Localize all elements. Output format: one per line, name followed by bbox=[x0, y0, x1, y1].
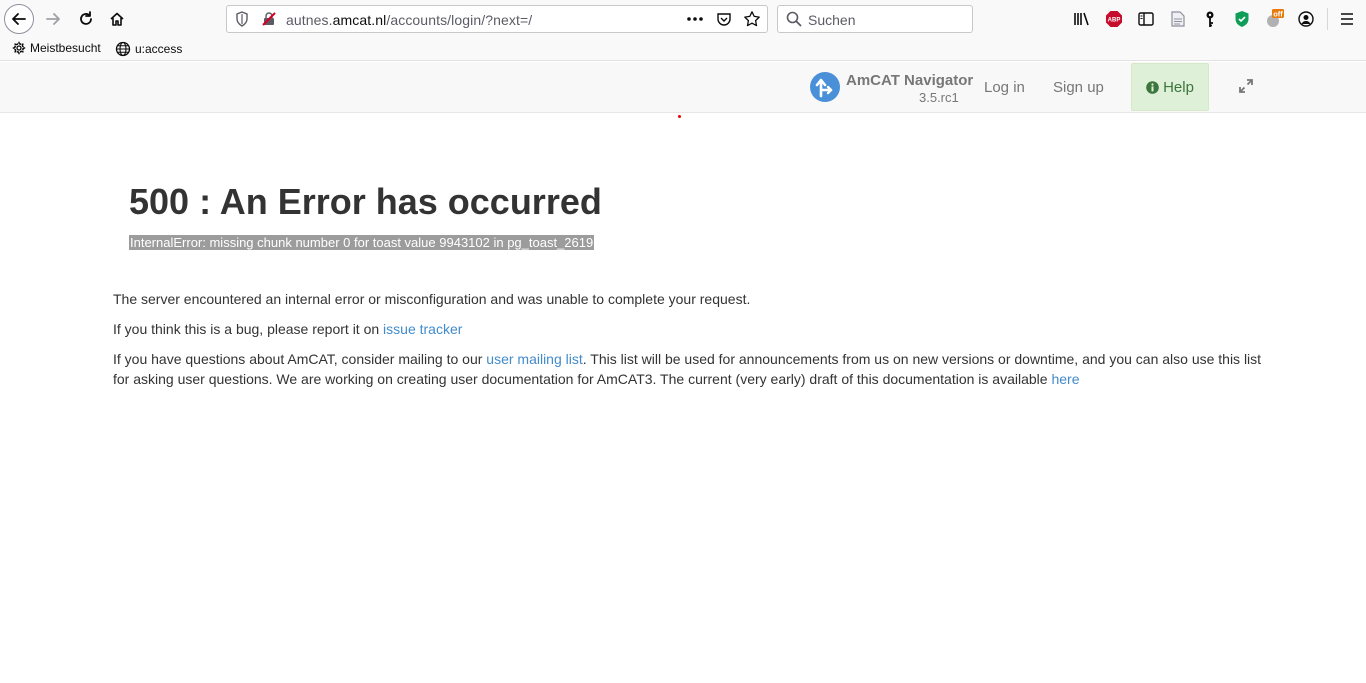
help-label: Help bbox=[1163, 78, 1194, 96]
gear-icon bbox=[12, 41, 26, 55]
back-button[interactable] bbox=[4, 4, 34, 34]
more-actions-icon[interactable] bbox=[685, 9, 705, 29]
bookmark-label: Meistbesucht bbox=[30, 41, 101, 55]
pocket-icon[interactable] bbox=[714, 9, 734, 29]
error-title: 500 : An Error has occurred bbox=[129, 181, 602, 222]
error-detail: InternalError: missing chunk number 0 fo… bbox=[129, 235, 595, 250]
browser-toolbar: autnes.amcat.nl/accounts/login/?next=/ S… bbox=[0, 0, 1366, 38]
library-icon[interactable] bbox=[1072, 9, 1092, 29]
search-placeholder: Suchen bbox=[808, 12, 856, 28]
reload-icon bbox=[80, 11, 92, 25]
account-icon[interactable] bbox=[1296, 9, 1316, 29]
bookmark-uaccess[interactable]: u:access bbox=[115, 41, 182, 57]
extension-off-icon[interactable]: off bbox=[1264, 9, 1284, 29]
adblock-icon[interactable]: ABP bbox=[1104, 9, 1124, 29]
bookmark-label: u:access bbox=[135, 42, 183, 56]
search-input[interactable]: Suchen bbox=[777, 5, 973, 33]
user-mailing-list-link[interactable]: user mailing list bbox=[486, 351, 582, 367]
menu-icon[interactable] bbox=[1337, 9, 1357, 29]
signup-link[interactable]: Sign up bbox=[1053, 79, 1104, 96]
globe-icon bbox=[115, 41, 131, 57]
paragraph-text: If you think this is a bug, please repor… bbox=[113, 321, 384, 337]
insecure-lock-icon[interactable] bbox=[259, 9, 279, 29]
issue-tracker-link[interactable]: issue tracker bbox=[383, 321, 462, 337]
error-paragraph-2: If you think this is a bug, please repor… bbox=[113, 319, 1263, 339]
brand-version: 3.5.rc1 bbox=[919, 90, 959, 105]
svg-text:ABP: ABP bbox=[1108, 18, 1121, 24]
reload-button[interactable] bbox=[71, 4, 101, 34]
bookmarks-bar: Meistbesucht u:access bbox=[0, 38, 1366, 61]
home-button[interactable] bbox=[102, 4, 132, 34]
brand[interactable]: AmCAT Navigator 3.5.rc1 bbox=[810, 71, 975, 107]
paragraph-text: If you have questions about AmCAT, consi… bbox=[113, 351, 487, 367]
arrow-left-icon bbox=[12, 13, 26, 25]
bookmark-meistbesucht[interactable]: Meistbesucht bbox=[12, 41, 101, 55]
shield-extension-icon[interactable] bbox=[1232, 9, 1252, 29]
login-link[interactable]: Log in bbox=[984, 79, 1025, 96]
bookmark-star-icon[interactable] bbox=[742, 9, 762, 29]
forward-button[interactable] bbox=[38, 4, 68, 34]
home-icon bbox=[110, 12, 124, 26]
red-dot-artifact bbox=[678, 115, 681, 118]
extension-badge-text: off bbox=[1273, 9, 1283, 18]
sidebar-icon[interactable] bbox=[1136, 9, 1156, 29]
toolbar-divider bbox=[1327, 8, 1328, 30]
error-paragraph-1: The server encountered an internal error… bbox=[113, 291, 751, 307]
reader-view-icon[interactable] bbox=[1168, 9, 1188, 29]
info-icon bbox=[1146, 80, 1159, 94]
url-text[interactable]: autnes.amcat.nl/accounts/login/?next=/ bbox=[286, 12, 532, 28]
fullscreen-expand-icon[interactable] bbox=[1237, 77, 1255, 95]
error-paragraph-3: If you have questions about AmCAT, consi… bbox=[113, 349, 1263, 389]
brand-name: AmCAT Navigator bbox=[846, 72, 974, 89]
arrow-right-icon bbox=[46, 13, 60, 25]
help-button[interactable]: Help bbox=[1131, 63, 1209, 111]
documentation-here-link[interactable]: here bbox=[1051, 371, 1079, 387]
shield-icon[interactable] bbox=[232, 9, 252, 29]
search-icon bbox=[784, 9, 804, 29]
url-bar[interactable]: autnes.amcat.nl/accounts/login/?next=/ bbox=[226, 5, 768, 33]
amcat-logo-icon bbox=[810, 72, 840, 102]
key-icon[interactable] bbox=[1200, 9, 1220, 29]
app-navbar: AmCAT Navigator 3.5.rc1 Log in Sign up H… bbox=[0, 62, 1366, 113]
